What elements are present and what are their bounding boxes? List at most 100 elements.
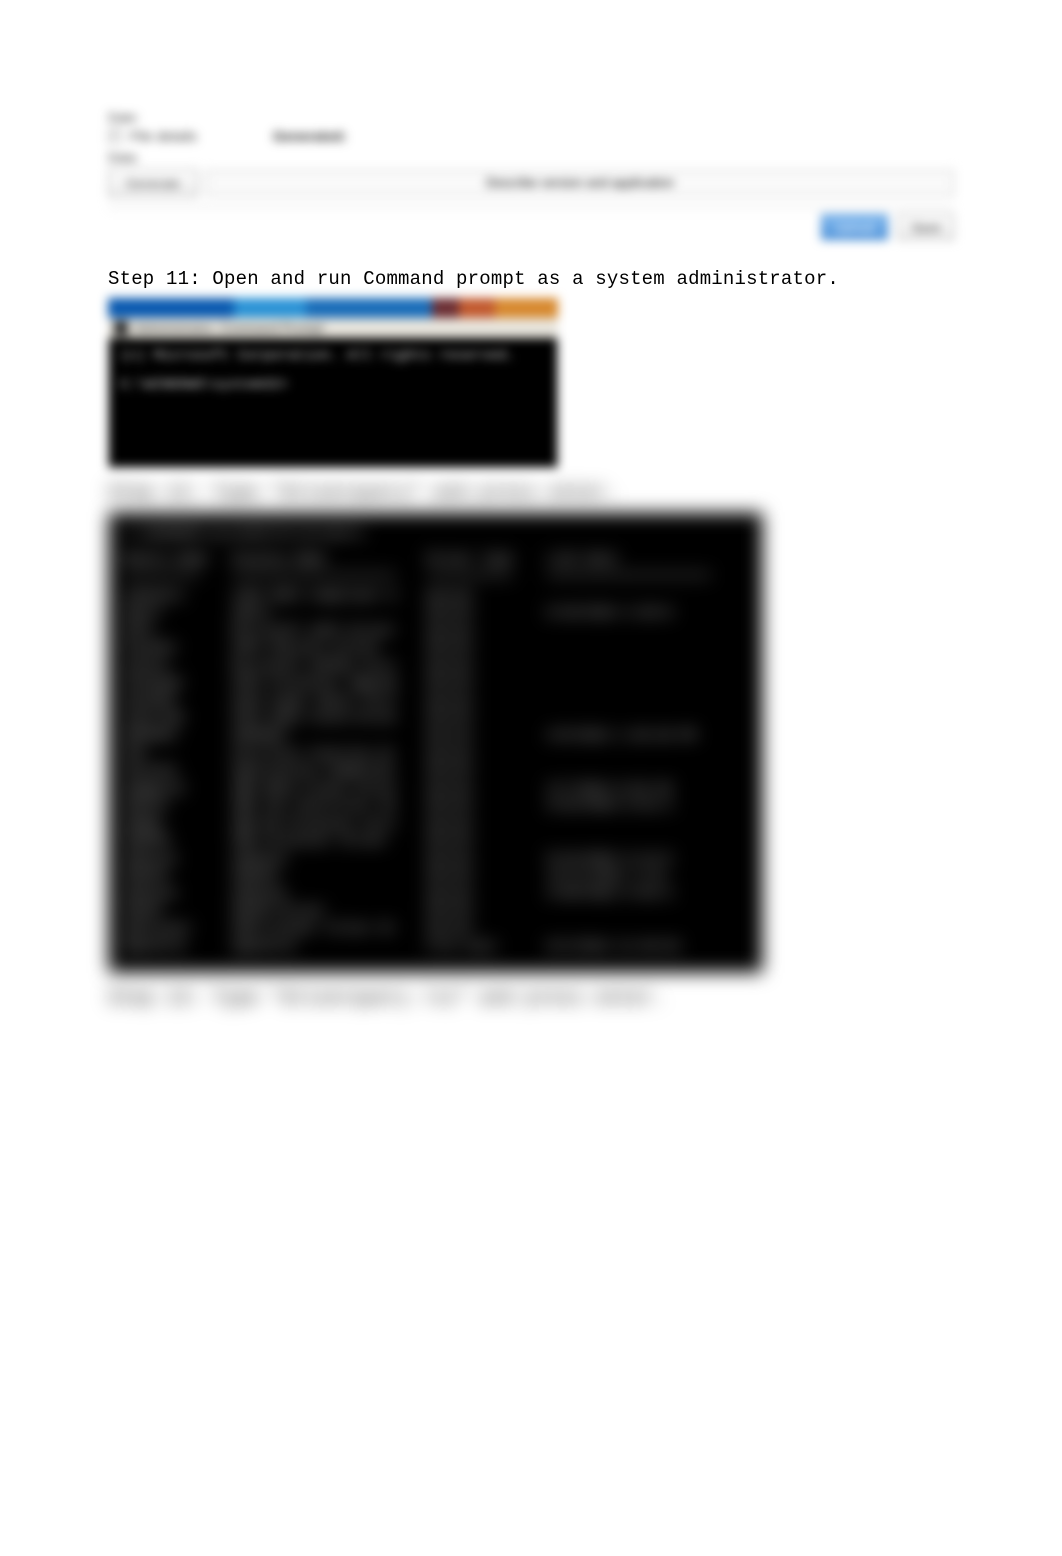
cell-c4	[547, 709, 749, 727]
cell-c1: AmdPPM	[122, 832, 232, 850]
table-sep-row: ========== ===================== =======…	[122, 567, 749, 585]
cell-c3: Kernel	[427, 832, 547, 850]
cell-c1: amdsbs	[122, 867, 232, 885]
cell-c2: 3ware	[232, 604, 427, 622]
cell-c1: applocker	[122, 920, 232, 938]
cell-c3: Kernel	[427, 745, 547, 763]
table-row: AcpiPmiACPI Power Meter DrivKernel	[122, 692, 749, 710]
generate-button[interactable]: Generate	[108, 169, 198, 197]
cell-c4	[547, 815, 749, 833]
save-button[interactable]: Save	[898, 214, 954, 240]
cell-c4	[547, 587, 749, 605]
cell-c4: 12/11/2012 2:21:	[547, 867, 749, 885]
hdr-module: Module Name	[122, 550, 232, 568]
cell-c1: acpiex	[122, 657, 232, 675]
cmd-small-line2: C:\WINDOWS\system32>	[120, 375, 546, 396]
generated-label: Generated:	[273, 128, 347, 144]
table-row: amdsataamdsataKernel5/14/2015 6:14:5	[122, 850, 749, 868]
cell-c3: Kernel	[427, 797, 547, 815]
upload-button[interactable]: Upload	[821, 214, 888, 240]
cell-c1: AppID	[122, 902, 232, 920]
cell-c3: Kernel	[427, 762, 547, 780]
cell-c1: AcpiPmi	[122, 692, 232, 710]
cell-c4: 4/9/2015 1:49:48 PM	[547, 727, 749, 745]
cell-c4: 3/15/2019 8:51:4	[547, 797, 749, 815]
cell-c2: AMD Processor Driver	[232, 832, 427, 850]
divider	[108, 207, 954, 208]
cmd-icon	[114, 321, 128, 335]
table-row: acpitimeACPI Wake Alarm DriveKernel	[122, 709, 749, 727]
cmd-small-line1: (c) Microsoft Corporation. All rights re…	[120, 346, 546, 367]
cmd-small-title: Administrator: Command Prompt	[134, 321, 324, 335]
cell-c2: Ancillary Function Dr	[232, 745, 427, 763]
top-dialog-panel: Date: File details Generated: Data: Gene…	[108, 110, 954, 240]
table-row: ahcacheApplication CompatibiKernel	[122, 762, 749, 780]
step-11-text: Step 11: Open and run Command prompt as …	[108, 268, 954, 290]
cell-c4	[547, 832, 749, 850]
table-row: AmdPPMAMD Processor DriverKernel	[122, 832, 749, 850]
table-header-row: Module Name Display Name Driver Type Lin…	[122, 550, 749, 568]
cell-c3: File Syst	[427, 938, 547, 956]
table-row: AFDAncillary Function DrKernel	[122, 745, 749, 763]
table-row: acpipagrACPI Processor AggregKernel	[122, 674, 749, 692]
cell-c2: ACPI Devices driver	[232, 639, 427, 657]
cell-c1: AppvStrm	[122, 938, 232, 956]
cell-c1: ADP80XX	[122, 727, 232, 745]
cell-c2: Smartlocker Filter Dr	[232, 920, 427, 938]
cmd-small-subtitle: Administrator: Command Prompt	[108, 318, 558, 338]
cell-c1: ACPI	[122, 622, 232, 640]
file-details-checkbox[interactable]	[108, 129, 122, 143]
table-row: amdxataamdxataKernel4/30/2015 6:55:3	[122, 885, 749, 903]
table-row: amdgpio2AMD GPIO Client DriveKernel2/7/2…	[122, 780, 749, 798]
table-row: ADP80XXADP80XXKernel4/9/2015 1:49:48 PM	[122, 727, 749, 745]
table-row: applockerSmartlocker Filter DrKernel	[122, 920, 749, 938]
cell-c1: amdi2c	[122, 797, 232, 815]
cell-c2: Microsoft ACPI Driver	[232, 622, 427, 640]
cell-c3: Kernel	[427, 885, 547, 903]
file-input[interactable]: Describe version and application	[206, 170, 954, 196]
cell-c2: ACPI Processor Aggreg	[232, 674, 427, 692]
table-row: amdsbsamdsbsKernel12/11/2012 2:21:	[122, 867, 749, 885]
cell-c3: Kernel	[427, 727, 547, 745]
hdr-date: Link Date	[547, 550, 749, 568]
cell-c4	[547, 639, 749, 657]
cell-c1: AcpiDev	[122, 639, 232, 657]
table-row: ACPIMicrosoft ACPI DriverKernel	[122, 622, 749, 640]
cell-c1: amdxata	[122, 885, 232, 903]
cell-c3: Kernel	[427, 815, 547, 833]
cell-c3: Kernel	[427, 587, 547, 605]
cell-c2: 1394 OHCI Compliant H	[232, 587, 427, 605]
table-row: AppvStrmAppvStrmFile Syst8/2/2019 12:40:…	[122, 938, 749, 956]
cell-c1: 1394ohci	[122, 587, 232, 605]
cell-c2: amdsbs	[232, 867, 427, 885]
cell-c2: ADP80XX	[232, 727, 427, 745]
cell-c3: Kernel	[427, 639, 547, 657]
cell-c2: AppvStrm	[232, 938, 427, 956]
cell-c4: 4/30/2015 6:55:3	[547, 885, 749, 903]
cell-c2: ACPI Power Meter Driv	[232, 692, 427, 710]
cell-c3: Kernel	[427, 604, 547, 622]
table-row: 3ware3wareKernel5/18/2015 3:28:0	[122, 604, 749, 622]
cell-c3: Kernel	[427, 850, 547, 868]
cell-c4	[547, 622, 749, 640]
cell-c2: amdsata	[232, 850, 427, 868]
cell-c1: acpitime	[122, 709, 232, 727]
cell-c3: Kernel	[427, 709, 547, 727]
cell-c3: Kernel	[427, 692, 547, 710]
cell-c1: amdsata	[122, 850, 232, 868]
table-row: 1394ohci1394 OHCI Compliant HKernel	[122, 587, 749, 605]
cmd-window-large: C:\WINDOWS\system32>driverquery Module N…	[108, 512, 763, 973]
cell-c1: amdgpio2	[122, 780, 232, 798]
cell-c3: Kernel	[427, 657, 547, 675]
step-12-text: Step 12: Type "driverquery" and press en…	[108, 482, 954, 504]
table-row: AmdK8AMD K8 Processor DrivKernel	[122, 815, 749, 833]
cell-c4	[547, 692, 749, 710]
cell-c1: AmdK8	[122, 815, 232, 833]
cell-c3: Kernel	[427, 780, 547, 798]
table-row: amdi2cAMD I2C Controller SeKernel3/15/20…	[122, 797, 749, 815]
cell-c2: amdxata	[232, 885, 427, 903]
cell-c3: Kernel	[427, 622, 547, 640]
top-label-date: Date:	[108, 110, 954, 125]
hdr-display: Display Name	[232, 550, 427, 568]
cell-c4: 5/14/2015 6:14:5	[547, 850, 749, 868]
